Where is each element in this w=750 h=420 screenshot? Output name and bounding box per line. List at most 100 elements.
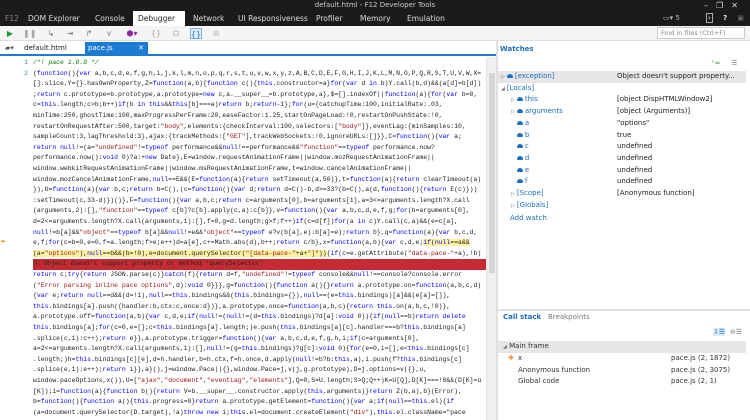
console-icon[interactable]: › [706,13,713,23]
code-line[interactable]: return null!=(a="undefined"!=typeof perf… [0,143,486,154]
code-line[interactable]: a.prototype.off=function(a,b){var c,d,e;… [0,312,486,323]
watch-row[interactable]: ▷ [Globals] [498,200,746,212]
expand-icon[interactable]: ▷ [501,74,505,80]
tab-dom-explorer[interactable]: DOM Explorer [23,11,85,26]
code-line[interactable]: null!=b[a]&&"object"==typeof b[a]&&null!… [0,228,486,239]
code-line[interactable]: .splice(e,1):e++);return i}},a}(),j=wind… [0,365,486,376]
code-line[interactable]: minTime:250,ghostTime:100,maxProgressPer… [0,111,486,122]
code-editor[interactable]: 1 /*! pace 1.0.0 */ 2 (function(){var a,b,c… [0,57,486,420]
code-line[interactable]: sampleCount:3,lagThreshold:3},ajax:{trac… [0,132,486,143]
code-line[interactable]: }),G=function(a){var b,c;return b=C(),(c… [0,185,486,196]
notifications-icon[interactable]: ▭▾ [663,14,675,22]
step-out-icon[interactable]: ↱ [83,28,95,39]
tab-breakpoints[interactable]: Breakpoints [548,313,590,321]
code-line[interactable]: (a=document.querySelector(D.target),!a)t… [0,408,486,419]
code-line[interactable]: .splice(c,1):c++);return e}},a.prototype… [0,334,486,345]
add-watch-link[interactable]: Add watch [510,214,547,222]
tab-f12[interactable]: F12 [0,11,24,26]
callstack-frame[interactable]: ✚ x pace.js (2, 1872) [498,353,746,365]
watch-row[interactable]: ◢ [Locals] [498,83,746,95]
expand-icon[interactable]: ▷ [511,191,515,197]
exception-message[interactable]: ⓧ Object doesn't support property or met… [0,259,486,270]
word-wrap-icon[interactable]: ⊡ [170,28,182,39]
step-into-icon[interactable]: ↳ [45,28,57,39]
exception-behavior-icon[interactable]: ⬢▾ [126,28,138,39]
help-button[interactable]: ? [723,14,727,22]
open-document-list-icon[interactable]: ▰▾ [2,42,17,55]
source-maps-icon[interactable]: ⊞ [210,28,222,39]
watch-row[interactable]: ▷dundefined [498,153,746,165]
tab-ui-responsiveness[interactable]: UI Responsiveness [233,11,313,26]
add-watch-icon[interactable]: ⁺∞ [711,59,721,67]
code-line[interactable]: window.mozCancelAnimationFrame,null==E&&… [0,175,486,186]
expand-icon[interactable]: ▷ [511,203,515,209]
code-line[interactable]: a=2<=arguments.length?X.call(arguments,1… [0,344,486,355]
code-line[interactable]: [].slice,Y={}.hasOwnProperty,Z=function(… [0,79,486,90]
pane-splitter-horizontal[interactable] [498,309,750,311]
code-line[interactable]: .length;)h=this.bindings[c][e],d=h.handl… [0,355,486,366]
show-library-frames-icon[interactable]: ⇩☰ [713,328,726,336]
tab-emulation[interactable]: Emulation [402,11,450,26]
code-line[interactable]: window.webkitRequestAnimationFrame||wind… [0,164,486,175]
callstack-group[interactable]: ◢ Main frame [498,341,746,353]
code-line[interactable]: 2 (function(){var a,b,c,d,e,f,g,h,i,j,k,l… [0,69,486,80]
scrollbar-thumb[interactable] [489,73,495,273]
code-line[interactable]: (a="options"),null==b&&(b=!0),e=document… [0,249,486,260]
watch-row[interactable]: ▷eundefined [498,165,746,177]
break-icon[interactable]: ❚❚ [23,28,36,39]
expand-icon[interactable]: ▷ [511,97,515,103]
watch-row[interactable]: ▷ arguments [object (Arguments)] [498,106,746,118]
file-tab-pace-js[interactable]: pace.js ✕ [85,42,148,55]
code-line[interactable]: (arguments,2):[],"function"==typeof c[b]… [0,206,486,217]
code-line[interactable]: ("Error parsing inline pace options",d):… [0,281,486,292]
code-line[interactable]: window.paceOptions,x()),U=["ajax","docum… [0,376,486,387]
expand-icon[interactable]: ◢ [501,86,505,92]
code-line[interactable]: {var e;return null==d&&(d=!1),null==this… [0,291,486,302]
code-scrollbar[interactable] [486,57,496,420]
tab-debugger[interactable]: DebuggerII [133,11,185,38]
code-line[interactable]: performance.now():void 0)?a:+new Date},E… [0,153,486,164]
watch-row[interactable]: ▷ [Scope] [Anonymous function] [498,188,746,200]
code-line[interactable]: 1 /*! pace 1.0.0 */ [0,58,486,69]
code-line[interactable]: d=2<=arguments.length?X.call(arguments,1… [0,217,486,228]
code-line[interactable]: :setTimeout(c,33-d)})()},F=function(){va… [0,196,486,207]
watch-row[interactable]: ▷btrue [498,130,746,142]
continue-icon[interactable]: ▶ [4,28,16,39]
tab-call-stack[interactable]: Call stack [503,313,541,321]
watch-row[interactable]: ▷ this [object DispHTMLWindow2] [498,94,746,106]
watch-name-text: [Scope] [516,189,544,197]
minimize-button[interactable]: – [704,1,716,10]
code-line[interactable]: c=this.length;c>b;b++)if(b in this&&this… [0,100,486,111]
watch-options-icon[interactable]: ☰ [731,59,737,67]
callstack-frame[interactable]: Anonymous function pace.js (2, 3075) [498,365,746,377]
callstack-options-icon[interactable]: ⊖☰ [730,328,742,336]
close-button[interactable]: ✕ [731,1,746,10]
close-tab-icon[interactable]: ✕ [138,42,144,55]
dock-icon[interactable]: ▣ [737,14,744,22]
tab-console[interactable]: Console [90,11,130,26]
break-on-new-worker-icon[interactable]: ⋎ [103,28,115,39]
expand-icon[interactable]: ▷ [511,109,515,115]
just-my-code-icon[interactable]: {} [190,28,202,39]
code-line[interactable]: [K]);i=function(a){function b(){return V… [0,387,486,398]
code-line[interactable]: this.bindings[a].push({handler:b,ctx:c,o… [0,302,486,313]
tab-profiler[interactable]: Profiler [311,11,347,26]
restore-button[interactable]: ❐ [716,1,731,10]
watch-row[interactable]: ▷ [exception] Object doesn't support prope… [498,71,746,83]
step-over-icon[interactable]: ⇥ [64,28,76,39]
file-tab-default-html[interactable]: default.html [21,42,70,55]
pretty-print-icon[interactable]: {} [150,28,162,39]
code-line[interactable]: ➨ e,f;for(c=b=0,e=0,f=a.length;f>e;e++)d=… [0,238,486,249]
code-line[interactable]: restartOnRequestAfter:500,target:"body",… [0,122,486,133]
code-line[interactable]: return c;try{return JSON.parse(c)}catch(… [0,270,486,281]
tab-memory[interactable]: Memory [355,11,396,26]
watch-row[interactable]: ▷fundefined [498,176,746,188]
code-line[interactable]: ;return c.prototype=b.prototype,a.protot… [0,90,486,101]
watch-row[interactable]: ▷cundefined [498,141,746,153]
tab-network[interactable]: Network [188,11,229,26]
code-line[interactable]: this.bindings[a];for(c=0,e=[];c<this.bin… [0,323,486,334]
find-in-files-input[interactable]: Find in files (Ctrl+F) [657,27,745,39]
callstack-frame[interactable]: Global code pace.js (2, 1) [498,376,746,388]
watch-row[interactable]: ▷a"options" [498,118,746,130]
code-line[interactable]: b=function(){function a(){this.progress=… [0,397,486,408]
